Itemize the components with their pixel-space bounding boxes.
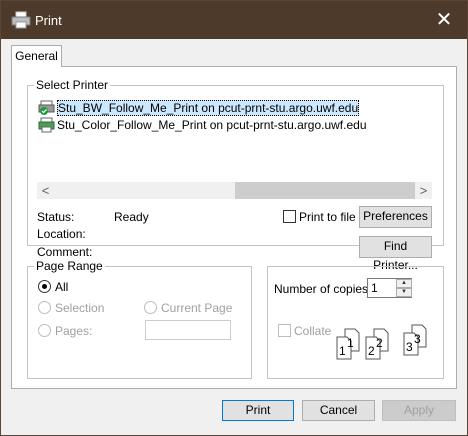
print-dialog: Print ✕ General Select Printer Stu_BW_Fo… xyxy=(0,0,468,436)
collate-page-number: 2 xyxy=(376,336,383,350)
find-printer-button[interactable]: Find Printer... xyxy=(359,236,432,272)
select-printer-label: Select Printer xyxy=(34,78,111,92)
collate-checkbox[interactable] xyxy=(278,324,291,337)
preferences-button[interactable]: Preferences xyxy=(359,206,432,228)
close-button[interactable]: ✕ xyxy=(421,1,467,39)
general-tab-panel: Select Printer Stu_BW_Follow_Me_Print on… xyxy=(11,66,457,389)
pages-label[interactable]: Pages: xyxy=(55,324,92,338)
printer-list-scrollbar[interactable]: < > xyxy=(37,182,432,199)
scroll-left-icon[interactable]: < xyxy=(37,182,54,199)
printer-icon xyxy=(11,11,31,29)
tab-general[interactable]: General xyxy=(11,45,62,67)
location-label: Location: xyxy=(37,227,86,241)
copies-up-arrow-icon[interactable]: ▲ xyxy=(396,279,412,288)
printer-name: Stu_BW_Follow_Me_Print on pcut-prnt-stu.… xyxy=(57,100,360,116)
print-to-file-label[interactable]: Print to file xyxy=(299,210,356,224)
scrollbar-thumb[interactable] xyxy=(235,182,415,199)
copies-value: 1 xyxy=(371,281,378,295)
selection-label[interactable]: Selection xyxy=(55,301,104,315)
collate-page-number: 2 xyxy=(368,344,375,358)
printer-icon xyxy=(38,117,55,133)
selection-radio[interactable] xyxy=(38,301,51,314)
printer-list[interactable]: Stu_BW_Follow_Me_Print on pcut-prnt-stu.… xyxy=(37,100,432,180)
number-of-copies-label: Number of copies: xyxy=(274,282,372,296)
collate-page-number: 3 xyxy=(414,332,421,346)
collate-page-number: 3 xyxy=(406,340,413,354)
cancel-button[interactable]: Cancel xyxy=(302,400,375,421)
pages-radio[interactable] xyxy=(38,324,51,337)
apply-button[interactable]: Apply xyxy=(382,400,456,421)
status-value: Ready xyxy=(114,210,149,224)
collate-page-number: 1 xyxy=(347,336,354,350)
all-label[interactable]: All xyxy=(55,280,68,294)
title-bar: Print ✕ xyxy=(1,1,467,39)
page-range-label: Page Range xyxy=(34,259,105,273)
collate-preview-icon: 1 1 2 2 3 3 xyxy=(336,324,427,360)
current-page-label[interactable]: Current Page xyxy=(161,301,232,315)
collate-label[interactable]: Collate xyxy=(294,324,331,338)
printer-item-bw[interactable]: Stu_BW_Follow_Me_Print on pcut-prnt-stu.… xyxy=(37,100,360,116)
current-page-radio[interactable] xyxy=(144,301,157,314)
collate-page-number: 1 xyxy=(339,344,346,358)
scroll-right-icon[interactable]: > xyxy=(415,182,432,199)
pages-input[interactable] xyxy=(145,320,231,340)
window-title: Print xyxy=(35,13,62,28)
copies-down-arrow-icon[interactable]: ▼ xyxy=(396,288,412,297)
status-label: Status: xyxy=(37,210,75,224)
printer-default-icon xyxy=(38,100,55,115)
print-to-file-checkbox[interactable] xyxy=(283,210,296,223)
printer-item-color[interactable]: Stu_Color_Follow_Me_Print on pcut-prnt-s… xyxy=(37,117,367,133)
close-icon: ✕ xyxy=(435,9,453,31)
page-range-group: Page Range All Selection Current Page Pa… xyxy=(27,259,252,379)
select-printer-group: Select Printer Stu_BW_Follow_Me_Print on… xyxy=(27,78,444,272)
printer-name: Stu_Color_Follow_Me_Print on pcut-prnt-s… xyxy=(57,118,367,132)
all-radio[interactable] xyxy=(38,280,51,293)
comment-label: Comment: xyxy=(37,245,93,259)
print-button[interactable]: Print xyxy=(222,400,294,421)
